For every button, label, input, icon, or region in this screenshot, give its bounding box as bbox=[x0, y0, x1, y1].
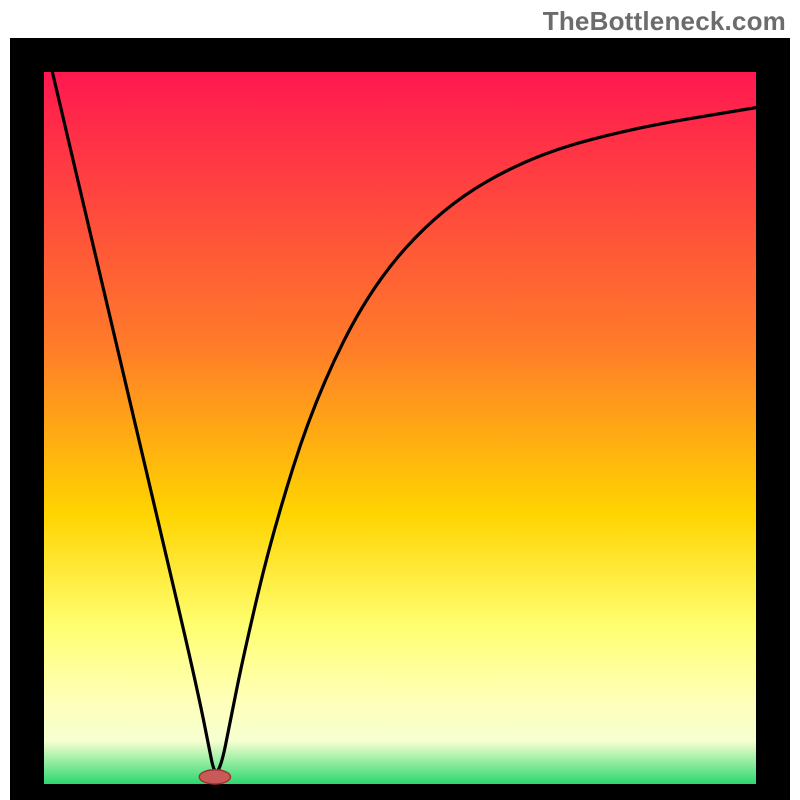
optimum-marker bbox=[199, 770, 230, 784]
bottleneck-chart bbox=[0, 0, 800, 800]
plot-area bbox=[44, 72, 756, 784]
